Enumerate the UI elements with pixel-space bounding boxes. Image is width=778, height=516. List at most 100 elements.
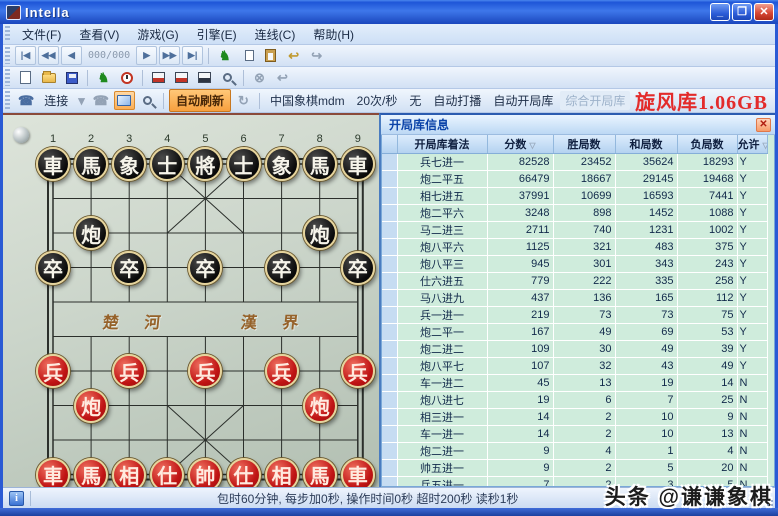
nav-first-button[interactable]: |◀ xyxy=(15,46,36,65)
paste-icon[interactable] xyxy=(260,46,281,65)
table-row[interactable]: 炮二平一 167 49 69 53 Y xyxy=(382,323,768,341)
auto-refresh-button[interactable]: 自动刷新 xyxy=(168,89,231,112)
red-piece-兵[interactable]: 兵 xyxy=(340,354,375,388)
black-piece-卒[interactable]: 卒 xyxy=(340,250,375,285)
cell-move: 炮二平一 xyxy=(397,323,488,341)
board-dark-icon[interactable] xyxy=(194,68,215,87)
menu-item-1[interactable]: 文件(F) xyxy=(13,24,70,45)
black-piece-車[interactable]: 車 xyxy=(36,147,70,181)
black-piece-象[interactable]: 象 xyxy=(264,147,299,181)
table-row[interactable]: 炮二进一 9 4 1 4 N xyxy=(382,442,768,460)
toolbar-grip xyxy=(5,47,10,64)
column-header[interactable]: 分数 ▽ xyxy=(487,135,554,154)
menu-item-4[interactable]: 引擎(E) xyxy=(188,24,246,45)
red-piece-車[interactable]: 車 xyxy=(340,457,375,487)
cell-move: 炮二进二 xyxy=(397,340,488,358)
combined-book-button[interactable]: 综合开局库 xyxy=(560,91,631,110)
save-file-icon[interactable] xyxy=(61,68,82,87)
red-piece-車[interactable]: 車 xyxy=(36,457,70,487)
phone-icon[interactable]: ☎ xyxy=(15,91,37,110)
maximize-button[interactable]: ❐ xyxy=(732,3,752,21)
table-row[interactable]: 炮二平六 3248 898 1452 1088 Y xyxy=(382,204,768,222)
close-button[interactable]: ✕ xyxy=(754,3,774,21)
timer-icon[interactable] xyxy=(116,68,137,87)
red-piece-相[interactable]: 相 xyxy=(264,457,299,487)
back-icon[interactable]: ↩ xyxy=(272,68,293,87)
black-piece-卒[interactable]: 卒 xyxy=(36,250,70,285)
nav-last-button[interactable]: ▶| xyxy=(182,46,204,65)
table-row[interactable]: 炮二进二 109 30 49 39 Y xyxy=(382,340,768,358)
table-row[interactable]: 车一进二 45 13 19 14 N xyxy=(382,374,768,392)
refresh-icon[interactable]: ↻ xyxy=(233,91,254,110)
black-piece-卒[interactable]: 卒 xyxy=(264,250,299,285)
table-row[interactable]: 相七进五 37991 10699 16593 7441 Y xyxy=(382,187,768,205)
connect-button[interactable]: 连接 xyxy=(39,91,73,110)
black-piece-炮[interactable]: 炮 xyxy=(74,216,109,250)
table-row[interactable]: 炮二平五 66479 18667 29145 19468 Y xyxy=(382,170,768,188)
column-header[interactable]: 负局数 xyxy=(677,135,738,154)
black-piece-車[interactable]: 車 xyxy=(340,147,375,181)
auto-play-button[interactable]: 自动打播 xyxy=(428,91,486,110)
redo-icon[interactable]: ↪ xyxy=(306,46,327,65)
disconnect-phone-icon[interactable]: ☎ xyxy=(90,91,112,110)
menu-item-6[interactable]: 帮助(H) xyxy=(304,24,363,45)
black-piece-卒[interactable]: 卒 xyxy=(112,250,147,285)
zoom-icon[interactable] xyxy=(217,68,238,87)
cell-losses: 7441 xyxy=(677,187,738,205)
black-piece-炮[interactable]: 炮 xyxy=(302,216,337,250)
table-row[interactable]: 车一进一 14 2 10 13 N xyxy=(382,425,768,443)
table-row[interactable]: 炮八进七 19 6 7 25 N xyxy=(382,391,768,409)
red-piece-兵[interactable]: 兵 xyxy=(112,354,147,388)
table-row[interactable]: 炮八平七 107 32 43 49 Y xyxy=(382,357,768,375)
menu-item-3[interactable]: 游戏(G) xyxy=(128,24,187,45)
undo-icon[interactable]: ↩ xyxy=(283,46,304,65)
red-piece-兵[interactable]: 兵 xyxy=(264,354,299,388)
black-piece-卒[interactable]: 卒 xyxy=(188,250,223,285)
auto-book-button[interactable]: 自动开局库 xyxy=(488,91,558,110)
table-row[interactable]: 仕六进五 779 222 335 258 Y xyxy=(382,272,768,290)
panel-close-button[interactable]: ✕ xyxy=(756,117,771,132)
table-row[interactable]: 炮八平三 945 301 343 243 Y xyxy=(382,255,768,273)
board-flip-icon[interactable] xyxy=(171,68,192,87)
resize-grip-icon[interactable] xyxy=(764,497,774,507)
table-row[interactable]: 帅五进一 9 2 5 20 N xyxy=(382,459,768,477)
red-piece-兵[interactable]: 兵 xyxy=(36,354,70,388)
red-piece-炮[interactable]: 炮 xyxy=(302,388,337,423)
table-row[interactable]: 马八进九 437 136 165 112 Y xyxy=(382,289,768,307)
minimize-button[interactable]: _ xyxy=(710,3,730,21)
nav-rewind-button[interactable]: ◀◀ xyxy=(38,46,59,65)
copy-icon[interactable] xyxy=(237,46,258,65)
open-file-icon[interactable] xyxy=(38,68,59,87)
cell-draws: 35624 xyxy=(615,153,678,171)
black-piece-馬[interactable]: 馬 xyxy=(302,147,337,181)
cancel-icon[interactable]: ⊗ xyxy=(249,68,270,87)
nav-next-button[interactable]: ▶ xyxy=(136,46,158,65)
black-piece-士[interactable]: 士 xyxy=(226,147,261,181)
column-header[interactable]: 胜局数 xyxy=(553,135,616,154)
table-row[interactable]: 相三进一 14 2 10 9 N xyxy=(382,408,768,426)
black-piece-馬[interactable]: 馬 xyxy=(74,147,109,181)
red-piece-仕[interactable]: 仕 xyxy=(226,457,261,487)
row-header-cell xyxy=(382,408,398,426)
knight-icon[interactable]: ♞ xyxy=(214,46,235,65)
table-row[interactable]: 马二进三 2711 740 1231 1002 Y xyxy=(382,221,768,239)
column-header[interactable]: 开局库着法 xyxy=(397,135,488,154)
engine-knight-icon[interactable]: ♞ xyxy=(93,68,114,87)
menu-item-2[interactable]: 查看(V) xyxy=(70,24,128,45)
table-row[interactable]: 炮八平六 1125 321 483 375 Y xyxy=(382,238,768,256)
column-header[interactable]: 允许▽ xyxy=(737,135,768,154)
board-red-icon[interactable] xyxy=(148,68,169,87)
column-header[interactable]: 和局数 xyxy=(615,135,678,154)
monitor-toggle-icon[interactable] xyxy=(113,91,135,110)
red-piece-炮[interactable]: 炮 xyxy=(74,388,109,423)
nav-forward-button[interactable]: ▶▶ xyxy=(159,46,181,65)
nav-prev-button[interactable]: ◀ xyxy=(61,46,82,65)
table-row[interactable]: 兵七进一 82528 23452 35624 18293 Y xyxy=(382,153,768,171)
new-file-icon[interactable] xyxy=(15,68,36,87)
red-piece-馬[interactable]: 馬 xyxy=(302,457,337,487)
menu-item-5[interactable]: 连线(C) xyxy=(246,24,305,45)
connect-dropdown-icon[interactable]: ▾ xyxy=(75,91,88,110)
black-piece-象[interactable]: 象 xyxy=(112,147,147,181)
table-row[interactable]: 兵一进一 219 73 73 75 Y xyxy=(382,306,768,324)
search-board-icon[interactable] xyxy=(137,91,158,110)
